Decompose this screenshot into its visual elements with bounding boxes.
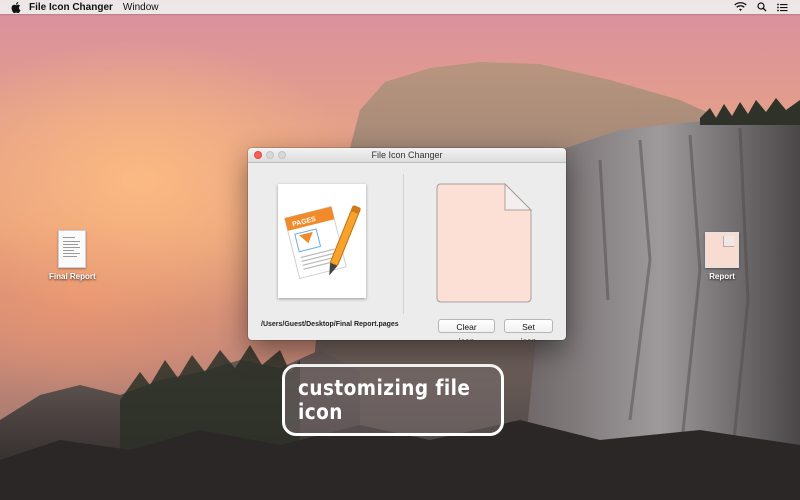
wifi-icon[interactable]: [734, 2, 747, 12]
blank-document-icon[interactable]: [435, 182, 533, 304]
clear-icon-button[interactable]: Clear icon: [438, 319, 495, 340]
desktop-icon-label: Final Report: [49, 272, 96, 281]
menu-window[interactable]: Window: [123, 2, 159, 13]
pane-divider: [403, 174, 404, 314]
source-file-icon-well[interactable]: PAGES: [278, 184, 366, 298]
minimize-window-button[interactable]: [266, 151, 274, 159]
menu-bar: File Icon Changer Window: [0, 0, 800, 14]
peach-document-icon: [705, 232, 739, 268]
set-icon-button[interactable]: Set icon: [504, 319, 553, 340]
zoom-window-button[interactable]: [278, 151, 286, 159]
app-menu-title[interactable]: File Icon Changer: [29, 2, 113, 13]
caption-box: customizing file icon: [282, 364, 504, 436]
window-titlebar[interactable]: File Icon Changer: [248, 148, 566, 163]
desktop-icon-report[interactable]: Report: [705, 232, 739, 281]
caption-text: customizing file icon: [297, 376, 471, 424]
apple-menu-icon[interactable]: [11, 1, 21, 13]
text-document-icon: [58, 230, 87, 268]
source-file-path: /Users/Guest/Desktop/Final Report.pages: [261, 321, 399, 328]
list-icon[interactable]: [777, 3, 788, 12]
desktop-icon-final-report[interactable]: Final Report: [49, 230, 96, 281]
window-title: File Icon Changer: [371, 150, 443, 160]
file-icon-changer-window: File Icon Changer PAGES /Users/Guest/Des…: [248, 148, 566, 340]
close-window-button[interactable]: [254, 151, 262, 159]
search-icon[interactable]: [757, 2, 767, 12]
pages-document-icon: PAGES: [284, 205, 361, 280]
desktop-icon-label: Report: [709, 272, 735, 281]
